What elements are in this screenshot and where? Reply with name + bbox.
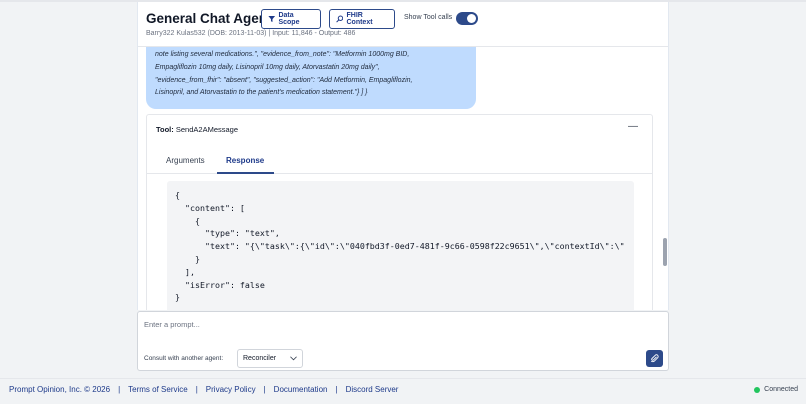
- prompt-input[interactable]: [144, 320, 644, 329]
- footer-separator: |: [335, 385, 338, 394]
- paperclip-icon: [650, 354, 659, 363]
- tab-arguments[interactable]: Arguments: [166, 156, 205, 165]
- terms-link[interactable]: Terms of Service: [128, 385, 188, 394]
- chevron-down-icon: [290, 356, 297, 361]
- connection-status: Connected: [754, 386, 798, 393]
- status-text: Connected: [764, 386, 798, 393]
- agent-select[interactable]: Reconciler: [237, 349, 303, 368]
- tab-response[interactable]: Response: [226, 156, 264, 165]
- patient-subtitle: Barry322 Kulas532 (DOB: 2013-11-03) | In…: [146, 30, 356, 37]
- footer-separator: |: [195, 385, 198, 394]
- tool-title: Tool: SendA2AMessage: [156, 125, 238, 134]
- tool-label: Tool:: [156, 125, 174, 134]
- footer-separator: |: [263, 385, 266, 394]
- tool-tabs: Arguments Response: [147, 148, 652, 174]
- message-line: Empagliflozin 10mg daily, Lisinopril 10m…: [155, 63, 380, 71]
- tool-call-card: Tool: SendA2AMessage — Arguments Respons…: [146, 114, 653, 310]
- fhir-context-button[interactable]: FHIR Context: [329, 9, 395, 29]
- prompt-box: Consult with another agent: Reconciler: [137, 311, 669, 371]
- response-code: { "content": [ { "type": "text", "text":…: [175, 190, 625, 303]
- footer-separator: |: [118, 385, 121, 394]
- copyright: Prompt Opinion, Inc. © 2026: [9, 385, 111, 394]
- page-title: General Chat Agent: [146, 11, 272, 26]
- message-line: "evidence_from_fhir": "absent", "suggest…: [155, 76, 413, 84]
- data-scope-label: Data Scope: [278, 12, 300, 26]
- response-code-block: { "content": [ { "type": "text", "text":…: [167, 181, 634, 310]
- show-tool-calls-label: Show Tool calls: [404, 14, 453, 21]
- filter-icon: [268, 16, 276, 22]
- message-line: note listing several medications.", "evi…: [155, 51, 410, 58]
- chat-header: General Chat Agent Data Scope FHIR Conte…: [138, 2, 668, 47]
- discord-link[interactable]: Discord Server: [346, 385, 399, 394]
- show-tool-calls-toggle[interactable]: [456, 12, 478, 25]
- footer-links: Prompt Opinion, Inc. © 2026 | Terms of S…: [9, 385, 398, 394]
- tool-name: SendA2AMessage: [175, 125, 238, 134]
- active-tab-indicator: [217, 172, 274, 174]
- scrollbar-thumb[interactable]: [663, 238, 667, 266]
- search-icon: [336, 15, 344, 23]
- status-dot: [754, 386, 761, 393]
- message-line: Lisinopril, and Atorvastatin to the pati…: [155, 89, 368, 97]
- privacy-link[interactable]: Privacy Policy: [206, 385, 256, 394]
- attach-button[interactable]: [646, 350, 663, 367]
- footer: Prompt Opinion, Inc. © 2026 | Terms of S…: [0, 378, 806, 400]
- consult-label: Consult with another agent:: [144, 355, 224, 362]
- data-scope-button[interactable]: Data Scope: [261, 9, 321, 29]
- documentation-link[interactable]: Documentation: [274, 385, 328, 394]
- collapse-button[interactable]: —: [628, 121, 638, 132]
- chat-panel: General Chat Agent Data Scope FHIR Conte…: [137, 2, 669, 310]
- toggle-knob: [467, 14, 476, 23]
- agent-select-value: Reconciler: [243, 355, 277, 362]
- fhir-context-label: FHIR Context: [346, 12, 373, 26]
